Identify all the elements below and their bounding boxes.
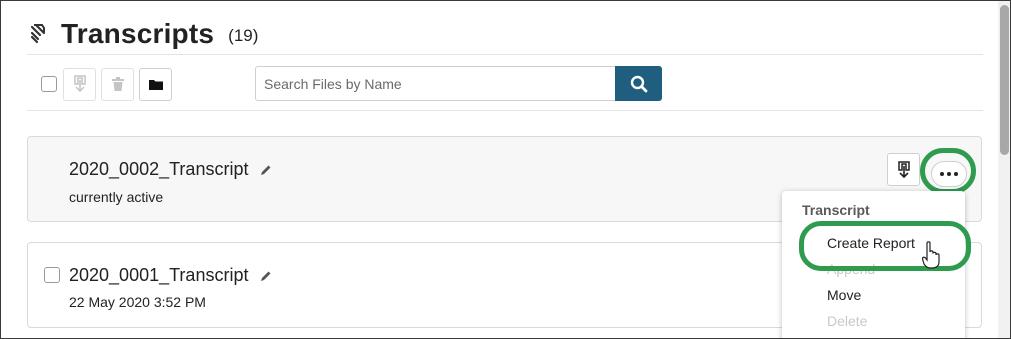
scrollbar-thumb[interactable] <box>1000 5 1009 155</box>
download-icon <box>897 160 910 178</box>
toolbar <box>41 67 177 101</box>
transcripts-panel: Transcripts (19) Search Files by Name 20… <box>0 0 1011 339</box>
move-to-folder-button[interactable] <box>139 67 172 101</box>
header-divider <box>27 54 983 55</box>
trash-icon <box>111 77 124 91</box>
page-header: Transcripts (19) <box>27 13 983 55</box>
search-input[interactable] <box>255 66 615 101</box>
file-status: currently active <box>69 189 164 205</box>
file-count: (19) <box>228 26 259 45</box>
select-all-checkbox[interactable] <box>41 76 57 92</box>
file-name[interactable]: 2020_0001_Transcript <box>69 265 248 286</box>
search-bar <box>255 66 662 101</box>
search-button[interactable] <box>615 66 662 101</box>
menu-header: Transcript <box>802 202 870 218</box>
download-button[interactable] <box>887 153 920 186</box>
highlight-ring <box>920 148 976 194</box>
page-title: Transcripts <box>61 18 215 49</box>
search-icon <box>630 75 647 92</box>
hand-cursor-icon <box>922 241 940 269</box>
pencil-icon[interactable] <box>260 164 272 176</box>
file-date: 22 May 2020 3:52 PM <box>69 294 206 310</box>
file-checkbox[interactable] <box>44 267 60 283</box>
menu-item-move[interactable]: Move <box>827 287 861 303</box>
menu-item-delete[interactable]: Delete <box>827 313 867 329</box>
transcript-icon <box>27 23 49 45</box>
pencil-icon[interactable] <box>260 270 272 282</box>
delete-selected-button[interactable] <box>101 67 134 101</box>
file-name[interactable]: 2020_0002_Transcript <box>69 159 248 180</box>
highlight-ring <box>799 221 971 271</box>
folder-icon <box>148 79 163 90</box>
download-icon <box>73 75 86 93</box>
download-selected-button[interactable] <box>63 67 96 101</box>
toolbar-divider <box>27 110 983 111</box>
